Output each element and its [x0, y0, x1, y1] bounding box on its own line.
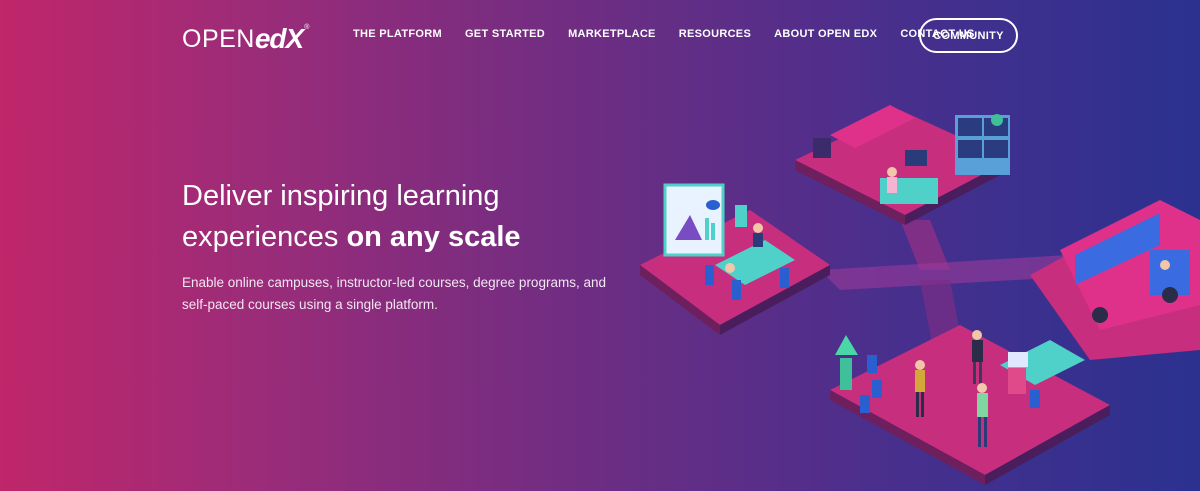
hero-title-line1: Deliver inspiring learning: [182, 180, 500, 212]
monitor-shape: [905, 150, 927, 166]
logo-edx-text: edX: [254, 23, 304, 54]
isometric-learning-illustration: [640, 105, 1200, 485]
nav-resources[interactable]: RESOURCES: [679, 28, 751, 40]
potted-plant-shape: [840, 358, 852, 390]
nav-get-started[interactable]: GET STARTED: [465, 28, 545, 40]
plant-shape: [991, 114, 1003, 126]
meeting-room-platform: [640, 183, 830, 335]
workspace-platform: [830, 325, 1110, 485]
nav-about-open-edx[interactable]: ABOUT OPEN EDX: [774, 28, 877, 40]
bus-wheel-shape: [1092, 307, 1108, 323]
hero-title: Deliver inspiring learning experiences o…: [182, 176, 602, 258]
logo-open-text: OPEN: [182, 25, 255, 53]
connector-path-top: [900, 220, 950, 270]
water-cooler-shape: [735, 205, 747, 227]
side-table-shape: [813, 138, 831, 158]
nav-marketplace[interactable]: MARKETPLACE: [568, 28, 656, 40]
top-navigation: OPEN edX ® THE PLATFORM GET STARTED MARK…: [0, 0, 1200, 72]
nav-the-platform[interactable]: THE PLATFORM: [353, 28, 442, 40]
open-edx-logo[interactable]: OPEN edX ®: [182, 22, 310, 54]
hero-title-line2-normal: experiences: [182, 221, 339, 253]
hero-title-line2-bold: on any scale: [346, 221, 521, 253]
lounge-platform: [795, 105, 1010, 225]
chair-shape: [705, 265, 714, 285]
main-menu: THE PLATFORM GET STARTED MARKETPLACE RES…: [353, 28, 975, 40]
drawer-shape: [1008, 368, 1026, 394]
community-button[interactable]: COMMUNITY: [919, 18, 1018, 53]
hero-subtitle: Enable online campuses, instructor-led c…: [182, 275, 606, 312]
office-chair-shape: [867, 355, 877, 373]
person-with-tablet-shape: [977, 383, 987, 393]
person-vr-headset-shape: [915, 360, 925, 370]
person-head-shape: [887, 167, 897, 177]
person-raising-hand-shape: [972, 330, 982, 340]
presentation-board-shape: [663, 183, 725, 257]
bus-platform: [1030, 200, 1200, 360]
logo-registered-mark: ®: [304, 24, 310, 31]
